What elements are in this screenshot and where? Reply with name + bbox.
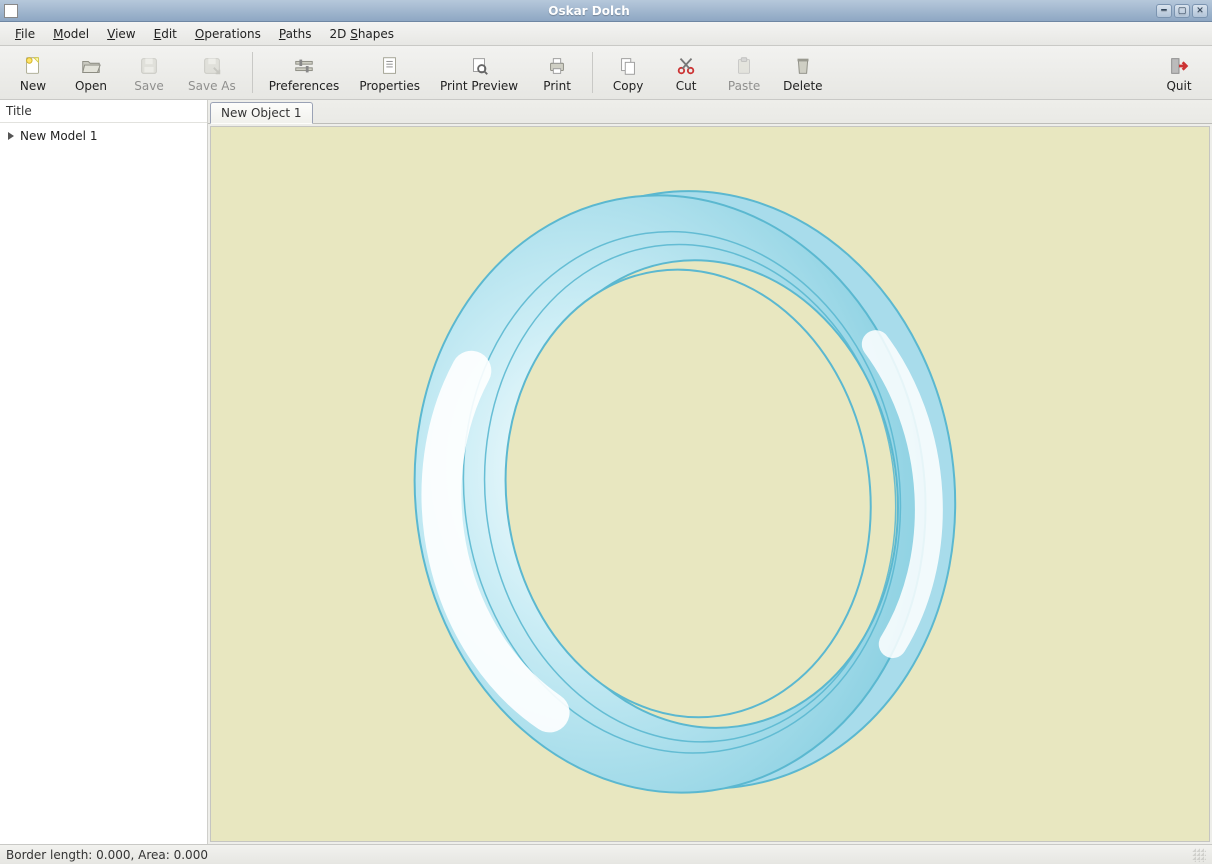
minimize-button[interactable]: ━ <box>1156 4 1172 18</box>
sidebar-header: Title <box>0 100 207 123</box>
save-icon <box>137 55 161 77</box>
open-icon <box>79 55 103 77</box>
toolbar-separator <box>252 52 253 93</box>
app-icon <box>4 4 18 18</box>
close-button[interactable]: ✕ <box>1192 4 1208 18</box>
paste-label: Paste <box>728 79 760 93</box>
expand-icon[interactable] <box>8 132 14 140</box>
menu-file-label: ile <box>21 27 35 41</box>
menu-2d-shapes[interactable]: 2D Shapes <box>320 24 403 44</box>
new-button[interactable]: New <box>4 46 62 99</box>
preferences-icon <box>292 55 316 77</box>
main-area: Title New Model 1 New Object 1 <box>0 100 1212 844</box>
cut-icon <box>674 55 698 77</box>
save-as-label: Save As <box>188 79 236 93</box>
tabbar: New Object 1 <box>208 100 1212 124</box>
tree-item-label: New Model 1 <box>20 129 97 143</box>
save-button: Save <box>120 46 178 99</box>
print-button[interactable]: Print <box>528 46 586 99</box>
menu-operations[interactable]: Operations <box>186 24 270 44</box>
resize-grip[interactable] <box>1192 848 1206 862</box>
viewport-wrap: New Object 1 <box>208 100 1212 844</box>
toolbar: New Open Save Save As Preferences Proper… <box>0 46 1212 100</box>
delete-icon <box>791 55 815 77</box>
ring-render <box>211 127 1209 841</box>
open-button[interactable]: Open <box>62 46 120 99</box>
cut-label: Cut <box>676 79 697 93</box>
menubar: File Model View Edit Operations Paths 2D… <box>0 22 1212 46</box>
print-preview-label: Print Preview <box>440 79 518 93</box>
new-label: New <box>20 79 46 93</box>
properties-label: Properties <box>359 79 420 93</box>
delete-label: Delete <box>783 79 822 93</box>
cut-button[interactable]: Cut <box>657 46 715 99</box>
preferences-label: Preferences <box>269 79 340 93</box>
window-title: Oskar Dolch <box>24 4 1154 18</box>
menu-paths[interactable]: Paths <box>270 24 321 44</box>
copy-label: Copy <box>613 79 643 93</box>
print-label: Print <box>543 79 571 93</box>
statusbar: Border length: 0.000, Area: 0.000 <box>0 844 1212 864</box>
save-as-icon <box>200 55 224 77</box>
menu-model[interactable]: Model <box>44 24 98 44</box>
maximize-button[interactable]: ▢ <box>1174 4 1190 18</box>
menu-view[interactable]: View <box>98 24 144 44</box>
paste-button: Paste <box>715 46 773 99</box>
tree-item[interactable]: New Model 1 <box>6 127 201 145</box>
quit-icon <box>1167 55 1191 77</box>
paste-icon <box>732 55 756 77</box>
save-as-button: Save As <box>178 46 246 99</box>
print-icon <box>545 55 569 77</box>
save-label: Save <box>134 79 163 93</box>
toolbar-separator <box>592 52 593 93</box>
status-text: Border length: 0.000, Area: 0.000 <box>6 848 208 862</box>
quit-button[interactable]: Quit <box>1150 46 1208 99</box>
delete-button[interactable]: Delete <box>773 46 832 99</box>
menu-file[interactable]: File <box>6 24 44 44</box>
copy-button[interactable]: Copy <box>599 46 657 99</box>
quit-label: Quit <box>1166 79 1191 93</box>
viewport-canvas[interactable] <box>210 126 1210 842</box>
tab-object[interactable]: New Object 1 <box>210 102 313 124</box>
new-icon <box>21 55 45 77</box>
properties-icon <box>378 55 402 77</box>
copy-icon <box>616 55 640 77</box>
titlebar: Oskar Dolch ━ ▢ ✕ <box>0 0 1212 22</box>
model-tree: New Model 1 <box>0 123 207 149</box>
open-label: Open <box>75 79 107 93</box>
toolbar-flex <box>833 46 1150 99</box>
print-preview-icon <box>467 55 491 77</box>
menu-edit[interactable]: Edit <box>145 24 186 44</box>
properties-button[interactable]: Properties <box>349 46 430 99</box>
tab-label: New Object 1 <box>221 106 302 120</box>
sidebar: Title New Model 1 <box>0 100 208 844</box>
preferences-button[interactable]: Preferences <box>259 46 350 99</box>
print-preview-button[interactable]: Print Preview <box>430 46 528 99</box>
